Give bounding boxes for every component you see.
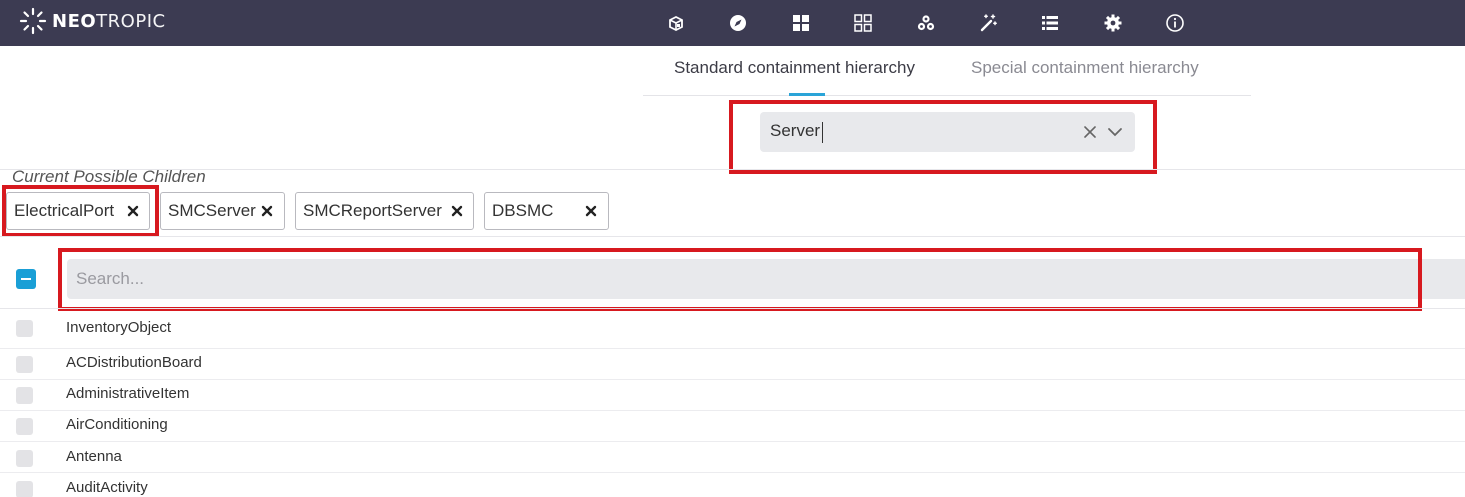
chip-label: DBSMC (492, 201, 554, 220)
class-select-value[interactable]: Server (770, 121, 820, 141)
section-title-possible-children: Current Possible Children (12, 167, 206, 186)
top-navbar: NEOTROPIC (0, 0, 1465, 46)
active-tab-indicator (789, 93, 825, 96)
wizard-wand-icon[interactable] (976, 11, 1000, 35)
list-item-label: InventoryObject (66, 319, 172, 336)
list-item[interactable]: InventoryObject (0, 309, 1465, 348)
chevron-down-icon[interactable] (1106, 122, 1124, 142)
list-item-label: AuditActivity (66, 479, 148, 496)
list-item-label: AirConditioning (66, 416, 168, 433)
chip-dbsmc: DBSMC (484, 192, 609, 230)
chip-smcserver: SMCServer (160, 192, 285, 230)
brand-name-light: TROPIC (96, 10, 166, 32)
chip-label: SMCServer (168, 201, 256, 220)
list-item-label: Antenna (66, 448, 122, 465)
tabs-divider (643, 95, 1251, 96)
list-item[interactable]: AirConditioning (0, 411, 1465, 442)
remove-chip-icon[interactable] (259, 202, 275, 220)
row-checkbox[interactable] (16, 356, 33, 373)
remove-chip-icon[interactable] (125, 202, 141, 220)
logo-mark-icon (19, 7, 47, 35)
list-item-label: AdministrativeItem (66, 385, 190, 402)
brand-name: NEOTROPIC (52, 11, 166, 32)
about-info-icon[interactable] (1163, 11, 1187, 35)
inventory-icon[interactable] (664, 11, 688, 35)
text-caret (822, 122, 823, 143)
list-item[interactable]: Antenna (0, 442, 1465, 473)
section-divider-middle (0, 236, 1465, 237)
data-model-icon[interactable] (914, 11, 938, 35)
row-checkbox[interactable] (16, 320, 33, 337)
remove-chip-icon[interactable] (583, 202, 599, 220)
indeterminate-dash-icon (21, 278, 31, 280)
brand-logo[interactable]: NEOTROPIC (18, 6, 166, 36)
settings-gear-icon[interactable] (1101, 11, 1125, 35)
list-item[interactable]: AuditActivity (0, 473, 1465, 497)
list-item[interactable]: ACDistributionBoard (0, 349, 1465, 380)
tab-special-containment[interactable]: Special containment hierarchy (971, 58, 1199, 78)
highlight-box-search (58, 248, 1422, 311)
class-select[interactable]: Server (760, 112, 1135, 152)
select-all-checkbox[interactable] (16, 269, 36, 289)
row-checkbox[interactable] (16, 481, 33, 497)
section-divider-top (0, 169, 1465, 170)
clear-icon[interactable] (1081, 122, 1099, 142)
chip-electricalport: ElectricalPort (6, 192, 150, 230)
navigation-compass-icon[interactable] (726, 11, 750, 35)
remove-chip-icon[interactable] (449, 202, 465, 220)
brand-name-bold: NEO (52, 10, 97, 32)
list-item-label: ACDistributionBoard (66, 354, 202, 371)
tab-standard-containment[interactable]: Standard containment hierarchy (674, 58, 915, 78)
row-checkbox[interactable] (16, 418, 33, 435)
list-manager-icon[interactable] (1038, 11, 1062, 35)
chip-label: ElectricalPort (14, 201, 115, 220)
dashboard-grid-icon[interactable] (789, 11, 813, 35)
chip-smcreportserver: SMCReportServer (295, 192, 474, 230)
modules-grid-icon[interactable] (851, 11, 875, 35)
chip-label: SMCReportServer (303, 201, 442, 220)
row-checkbox[interactable] (16, 387, 33, 404)
row-checkbox[interactable] (16, 450, 33, 467)
list-item[interactable]: AdministrativeItem (0, 380, 1465, 411)
